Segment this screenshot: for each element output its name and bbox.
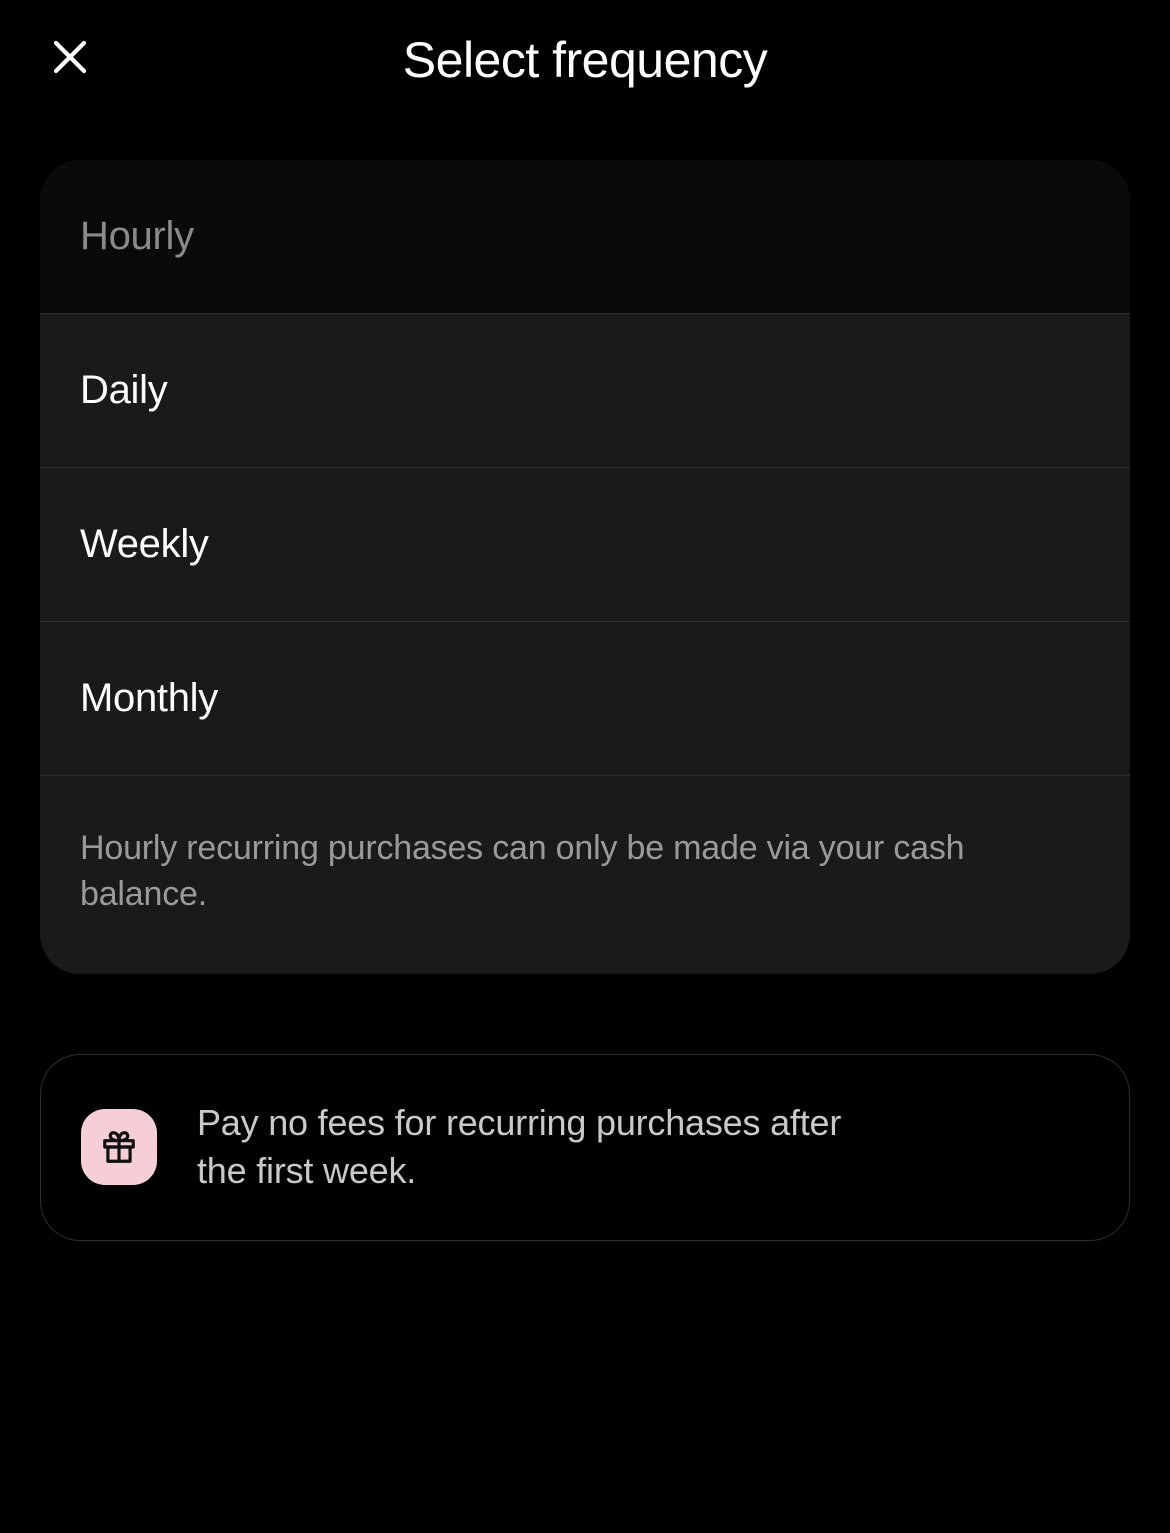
frequency-card: Hourly Daily Weekly Monthly Hourly recur… (40, 160, 1130, 974)
frequency-option-hourly[interactable]: Hourly (40, 160, 1130, 314)
option-label: Hourly (80, 214, 1090, 259)
frequency-hint: Hourly recurring purchases can only be m… (80, 826, 1090, 918)
frequency-option-daily[interactable]: Daily (40, 314, 1130, 468)
frequency-option-monthly[interactable]: Monthly (40, 622, 1130, 776)
header: Select frequency (0, 0, 1170, 120)
option-label: Daily (80, 368, 1090, 413)
page-title: Select frequency (403, 31, 767, 89)
frequency-hint-container: Hourly recurring purchases can only be m… (40, 776, 1130, 974)
frequency-option-weekly[interactable]: Weekly (40, 468, 1130, 622)
promo-text: Pay no fees for recurring purchases afte… (197, 1099, 897, 1196)
gift-icon (100, 1128, 138, 1166)
promo-badge (81, 1109, 157, 1185)
option-label: Weekly (80, 522, 1090, 567)
close-icon (49, 36, 91, 78)
close-button[interactable] (45, 32, 95, 82)
option-label: Monthly (80, 676, 1090, 721)
promo-card: Pay no fees for recurring purchases afte… (40, 1054, 1130, 1241)
